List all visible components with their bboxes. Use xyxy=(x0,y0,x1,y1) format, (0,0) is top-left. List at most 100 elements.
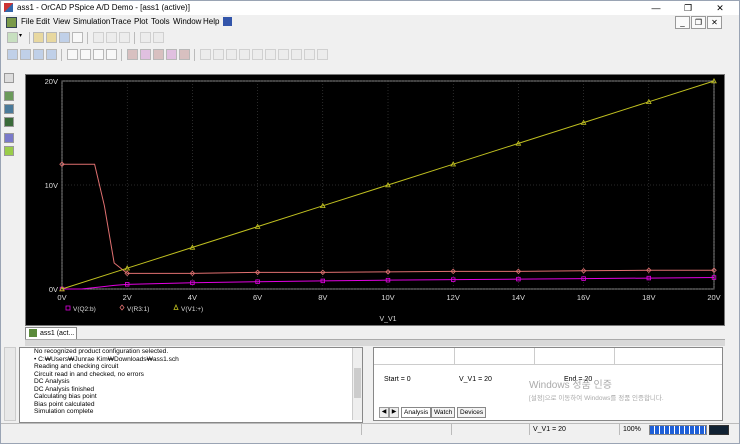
output-scroll-thumb[interactable] xyxy=(354,368,361,398)
tab-devices[interactable]: Devices xyxy=(457,407,487,418)
mdi-close-button[interactable]: ✕ xyxy=(707,16,722,29)
y-tick-label: 10V xyxy=(45,181,58,190)
app-icon xyxy=(4,3,13,12)
app-window: ass1 - OrCAD PSpice A/D Demo - [ass1 (ac… xyxy=(0,0,740,444)
help-context-icon[interactable] xyxy=(223,17,232,26)
tab-prev-icon[interactable]: ◀ xyxy=(379,407,389,418)
settings-icon[interactable] xyxy=(4,133,14,143)
new-icon[interactable] xyxy=(7,32,18,43)
zoom-area-icon[interactable] xyxy=(33,49,44,60)
menu-file[interactable]: File xyxy=(21,17,34,26)
add-plot-icon[interactable] xyxy=(153,49,164,60)
minimize-button[interactable]: — xyxy=(641,1,671,15)
toggle-cursor-icon[interactable] xyxy=(166,49,177,60)
output-scrollbar[interactable] xyxy=(352,348,362,420)
simulation-progress xyxy=(649,425,707,435)
cursor-point-icon[interactable] xyxy=(265,49,276,60)
output-gutter xyxy=(4,347,16,421)
close-button[interactable]: ✕ xyxy=(705,1,735,15)
undo-icon[interactable] xyxy=(140,32,151,43)
pointer-icon[interactable] xyxy=(4,73,14,83)
activation-watermark-text: [설정]으로 이동하여 Windows를 정품 인증합니다. xyxy=(529,395,664,402)
status-header xyxy=(374,348,722,365)
pause-icon[interactable] xyxy=(4,117,14,127)
legend-label: V(V1:+) xyxy=(181,306,203,313)
x-tick-label: 18V xyxy=(642,293,655,302)
x-tick-label: 12V xyxy=(447,293,460,302)
tab-watch[interactable]: Watch xyxy=(431,407,456,418)
legend-marker xyxy=(65,305,71,311)
menu-view[interactable]: View xyxy=(53,17,70,26)
tab-analysis[interactable]: Analysis xyxy=(401,407,432,418)
cursor-search-icon[interactable] xyxy=(278,49,289,60)
mdi-minimize-button[interactable]: _ xyxy=(675,16,690,29)
menu-edit[interactable]: Edit xyxy=(36,17,50,26)
tab-label: ass1 (act... xyxy=(40,330,75,337)
current-value: V_V1 = 20 xyxy=(459,376,492,383)
output-line: DC Analysis xyxy=(34,378,70,385)
status-bar: V_V1 = 20 100% xyxy=(1,423,739,436)
print-icon[interactable] xyxy=(72,32,83,43)
x-tick-label: 4V xyxy=(188,293,197,302)
open-folder-icon[interactable] xyxy=(46,32,57,43)
eval-goal-icon[interactable] xyxy=(140,49,151,60)
output-window[interactable]: No recognized product configuration sele… xyxy=(19,347,363,423)
menu-window[interactable]: Window xyxy=(173,17,201,26)
toolbar-plot xyxy=(3,48,343,63)
cut-icon[interactable] xyxy=(93,32,104,43)
title-bar: ass1 - OrCAD PSpice A/D Demo - [ass1 (ac… xyxy=(1,1,739,15)
cursor-next-icon[interactable] xyxy=(291,49,302,60)
x-tick-label: 14V xyxy=(512,293,525,302)
plot-divider[interactable] xyxy=(25,339,725,346)
cursor-slope-icon[interactable] xyxy=(226,49,237,60)
zoom-in-icon[interactable] xyxy=(7,49,18,60)
x-tick-label: 16V xyxy=(577,293,590,302)
menu-bar: File Edit View Simulation Trace Plot Too… xyxy=(1,15,739,29)
x-tick-label: 8V xyxy=(318,293,327,302)
y-tick-label: 0V xyxy=(49,285,58,294)
mark-data-icon[interactable] xyxy=(317,49,328,60)
menu-help[interactable]: Help xyxy=(203,17,219,26)
menu-tools[interactable]: Tools xyxy=(151,17,170,26)
log-x-icon[interactable] xyxy=(67,49,78,60)
results-icon[interactable] xyxy=(4,146,14,156)
save-icon[interactable] xyxy=(59,32,70,43)
open-icon[interactable] xyxy=(33,32,44,43)
log-y-icon[interactable] xyxy=(106,49,117,60)
cursor-trough-icon[interactable] xyxy=(213,49,224,60)
zoom-out-icon[interactable] xyxy=(20,49,31,60)
x-tick-label: 20V xyxy=(707,293,720,302)
menu-plot[interactable]: Plot xyxy=(134,17,148,26)
cursor-prev-icon[interactable] xyxy=(304,49,315,60)
redo-icon[interactable] xyxy=(153,32,164,43)
waveform-chart[interactable]: 0V 2V 4V 6V 8V 10V 12V 14V 16V 18V 20V 0V 10V 20V V(Q2… xyxy=(26,75,724,325)
cursor-max-icon[interactable] xyxy=(252,49,263,60)
mdi-restore-button[interactable]: ❐ xyxy=(691,16,706,29)
series-line-3 xyxy=(61,80,715,290)
output-line: • C:₩Users₩Junrae Kim₩Downloads₩ass1.sch xyxy=(34,355,179,363)
probe-plot-window[interactable]: 0V 2V 4V 6V 8V 10V 12V 14V 16V 18V 20V 0V 10V 20V V(Q2… xyxy=(25,74,725,326)
run-icon[interactable] xyxy=(4,104,14,114)
left-toolbar xyxy=(4,73,16,163)
output-line: No recognized product configuration sele… xyxy=(34,348,169,355)
document-icon[interactable] xyxy=(6,17,17,28)
paste-icon[interactable] xyxy=(119,32,130,43)
mark-label-icon[interactable] xyxy=(179,49,190,60)
toolbar-file: ▾ xyxy=(3,31,203,46)
maximize-button[interactable]: ❐ xyxy=(673,1,703,15)
tab-next-icon[interactable]: ▶ xyxy=(389,407,399,418)
fourier-icon[interactable] xyxy=(80,49,91,60)
add-trace-icon[interactable] xyxy=(127,49,138,60)
legend-marker xyxy=(173,304,179,310)
copy-icon[interactable] xyxy=(106,32,117,43)
cursor-min-icon[interactable] xyxy=(239,49,250,60)
status-zoom: 100% xyxy=(619,424,649,435)
menu-trace[interactable]: Trace xyxy=(111,17,131,26)
menu-simulation[interactable]: Simulation xyxy=(73,17,110,26)
zoom-fit-icon[interactable] xyxy=(46,49,57,60)
sim-profile-icon[interactable] xyxy=(4,91,14,101)
cursor-peak-icon[interactable] xyxy=(200,49,211,60)
plot-doc-icon xyxy=(29,329,37,338)
performance-icon[interactable] xyxy=(93,49,104,60)
new-dropdown-icon[interactable]: ▾ xyxy=(19,32,26,43)
